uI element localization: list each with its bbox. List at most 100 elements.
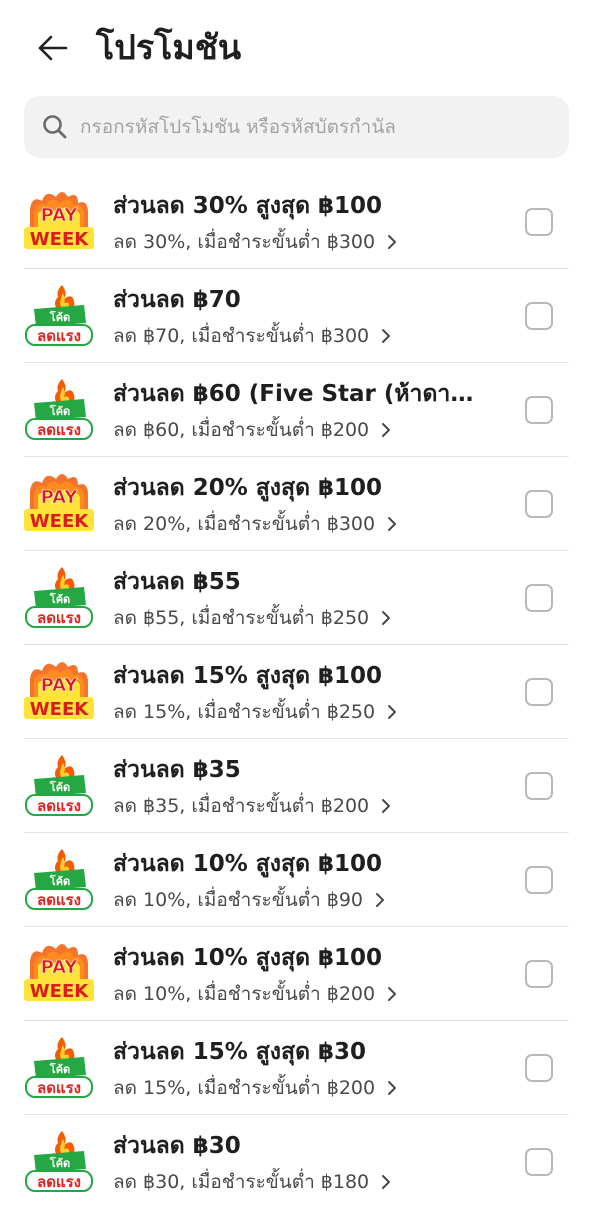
promotion-details-link[interactable]: ลด ฿70, เมื่อชำระขั้นต่ำ ฿300 bbox=[113, 321, 391, 351]
chevron-right-icon bbox=[388, 987, 397, 1001]
code-discount-badge-icon: โค้ดลดแรง bbox=[22, 845, 96, 915]
promotion-title: ส่วนลด 15% สูงสุด ฿30 bbox=[113, 1039, 367, 1065]
code-discount-badge-icon: โค้ดลดแรง bbox=[22, 563, 96, 633]
promotion-item[interactable]: โค้ด ลดแรง ส่วนลด ฿30 ลด ฿30, เมื่อชำระขั้น… bbox=[0, 1115, 593, 1209]
promotion-checkbox[interactable] bbox=[525, 960, 553, 988]
badge-text-line1: โค้ด bbox=[49, 592, 70, 606]
promotion-condition: ลด ฿70, เมื่อชำระขั้นต่ำ ฿300 bbox=[113, 325, 370, 347]
chevron-right-icon bbox=[388, 1081, 397, 1095]
chevron-right-icon bbox=[382, 329, 391, 343]
promotion-details-link[interactable]: ลด ฿30, เมื่อชำระขั้นต่ำ ฿180 bbox=[113, 1167, 391, 1197]
promotion-checkbox[interactable] bbox=[525, 1054, 553, 1082]
promotion-checkbox[interactable] bbox=[525, 208, 553, 236]
badge-text-line1: โค้ด bbox=[49, 310, 70, 324]
promotion-title: ส่วนลด 20% สูงสุด ฿100 bbox=[113, 475, 383, 501]
promotion-details-link[interactable]: ลด 10%, เมื่อชำระขั้นต่ำ ฿200 bbox=[113, 979, 397, 1009]
promotion-item[interactable]: PAY WEEK ส่วนลด 10% สูงสุด ฿100 ลด 10%, เมื… bbox=[0, 927, 593, 1021]
promotion-condition: ลด 10%, เมื่อชำระขั้นต่ำ ฿200 bbox=[113, 983, 376, 1005]
promotion-condition: ลด ฿55, เมื่อชำระขั้นต่ำ ฿250 bbox=[113, 607, 370, 629]
search-bar[interactable] bbox=[24, 96, 569, 158]
promotion-checkbox[interactable] bbox=[525, 396, 553, 424]
promotion-details-link[interactable]: ลด 15%, เมื่อชำระขั้นต่ำ ฿250 bbox=[113, 697, 397, 727]
header: โปรโมชัน bbox=[0, 0, 593, 96]
badge-text-line1: PAY bbox=[41, 675, 79, 696]
promotion-title: ส่วนลด ฿30 bbox=[113, 1133, 241, 1159]
pay-week-badge-icon: PAY WEEK bbox=[22, 469, 96, 539]
badge-text-line2: WEEK bbox=[30, 981, 89, 1002]
promotion-checkbox[interactable] bbox=[525, 772, 553, 800]
promotion-item[interactable]: โค้ดลดแรง ส่วนลด 10% สูงสุด ฿100 ลด 10%, เ… bbox=[0, 833, 593, 927]
badge-text-line1: PAY bbox=[41, 957, 79, 978]
code-discount-badge-icon: โค้ดลดแรง bbox=[22, 1033, 96, 1103]
badge-text-line2: ลดแรง bbox=[37, 891, 81, 909]
promotion-condition: ลด 20%, เมื่อชำระขั้นต่ำ ฿300 bbox=[113, 513, 376, 535]
chevron-right-icon bbox=[388, 235, 397, 249]
promotion-title: ส่วนลด 10% สูงสุด ฿100 bbox=[113, 945, 383, 971]
promotion-title: ส่วนลด ฿35 bbox=[113, 757, 241, 783]
badge-text-line2: ลดแรง bbox=[37, 421, 81, 439]
pay-week-badge-icon: PAY WEEK bbox=[22, 187, 96, 257]
badge-text-line2: ลดแรง bbox=[37, 609, 81, 627]
promotion-checkbox[interactable] bbox=[525, 866, 553, 894]
promotion-item[interactable]: PAY WEEK ส่วนลด 20% สูงสุด ฿100 ลด 20%, เมื… bbox=[0, 457, 593, 551]
badge-text-line2: WEEK bbox=[30, 511, 89, 532]
code-discount-badge-icon: โค้ดลดแรง bbox=[22, 375, 96, 445]
promotion-details-link[interactable]: ลด 20%, เมื่อชำระขั้นต่ำ ฿300 bbox=[113, 509, 397, 539]
promotion-checkbox[interactable] bbox=[525, 490, 553, 518]
promotion-checkbox[interactable] bbox=[525, 1148, 553, 1176]
promotion-checkbox[interactable] bbox=[525, 584, 553, 612]
promotion-condition: ลด ฿35, เมื่อชำระขั้นต่ำ ฿200 bbox=[113, 795, 370, 817]
promotion-condition: ลด 15%, เมื่อชำระขั้นต่ำ ฿200 bbox=[113, 1077, 376, 1099]
promotion-details-link[interactable]: ลด ฿60, เมื่อชำระขั้นต่ำ ฿200 bbox=[113, 415, 391, 445]
chevron-right-icon bbox=[376, 893, 385, 907]
code-discount-badge-icon: โค้ด ลดแรง bbox=[22, 751, 96, 821]
promotion-title: ส่วนลด 30% สูงสุด ฿100 bbox=[113, 193, 383, 219]
promotion-condition: ลด 10%, เมื่อชำระขั้นต่ำ ฿90 bbox=[113, 889, 364, 911]
promotion-item[interactable]: PAY WEEK ส่วนลด 15% สูงสุด ฿100 ลด 15%, เมื… bbox=[0, 645, 593, 739]
chevron-right-icon bbox=[382, 611, 391, 625]
promotion-checkbox[interactable] bbox=[525, 302, 553, 330]
promotion-item[interactable]: PAY WEEK ส่วนลด 30% สูงสุด ฿100 ลด 30%, เมื… bbox=[0, 175, 593, 269]
badge-text-line1: PAY bbox=[41, 487, 79, 508]
search-icon bbox=[43, 115, 67, 139]
promotion-item[interactable]: โค้ดลดแรง ส่วนลด 15% สูงสุด ฿30 ลด 15%, เม… bbox=[0, 1021, 593, 1115]
back-button[interactable] bbox=[26, 22, 78, 74]
promotion-condition: ลด ฿30, เมื่อชำระขั้นต่ำ ฿180 bbox=[113, 1171, 370, 1193]
badge-text-line2: ลดแรง bbox=[37, 1079, 81, 1097]
pay-week-badge-icon: PAY WEEK bbox=[22, 657, 96, 727]
promotion-condition: ลด 15%, เมื่อชำระขั้นต่ำ ฿250 bbox=[113, 701, 376, 723]
promotion-item[interactable]: โค้ด ลดแรง ส่วนลด ฿35 ลด ฿35, เมื่อชำระขั้น… bbox=[0, 739, 593, 833]
promotion-condition: ลด 30%, เมื่อชำระขั้นต่ำ ฿300 bbox=[113, 231, 376, 253]
promotion-item[interactable]: โค้ดลดแรง ส่วนลด ฿60 (Five Star (ห้าดาว).… bbox=[0, 363, 593, 457]
badge-text-line1: PAY bbox=[41, 205, 79, 226]
promotion-title: ส่วนลด ฿55 bbox=[113, 569, 241, 595]
page-title: โปรโมชัน bbox=[96, 28, 242, 68]
badge-text-line2: ลดแรง bbox=[37, 327, 81, 345]
promotion-details-link[interactable]: ลด 10%, เมื่อชำระขั้นต่ำ ฿90 bbox=[113, 885, 385, 915]
pay-week-badge-icon: PAY WEEK bbox=[22, 939, 96, 1009]
promo-code-input[interactable] bbox=[80, 105, 556, 149]
promotion-checkbox[interactable] bbox=[525, 678, 553, 706]
chevron-right-icon bbox=[382, 1175, 391, 1189]
chevron-right-icon bbox=[382, 423, 391, 437]
arrow-left-icon bbox=[38, 35, 68, 61]
badge-text-line2: WEEK bbox=[30, 229, 89, 250]
promotion-item[interactable]: โค้ดลดแรง ส่วนลด ฿70 ลด ฿70, เมื่อชำระขั้น… bbox=[0, 269, 593, 363]
chevron-right-icon bbox=[388, 705, 397, 719]
promotion-list: PAY WEEK ส่วนลด 30% สูงสุด ฿100 ลด 30%, เมื… bbox=[0, 175, 593, 1209]
promotion-details-link[interactable]: ลด 30%, เมื่อชำระขั้นต่ำ ฿300 bbox=[113, 227, 397, 257]
badge-text-line2: ลดแรง bbox=[37, 1173, 81, 1191]
promotion-title: ส่วนลด 10% สูงสุด ฿100 bbox=[113, 851, 383, 877]
promotion-title: ส่วนลด ฿60 (Five Star (ห้าดาว)... bbox=[113, 381, 483, 407]
badge-text-line1: โค้ด bbox=[49, 1062, 70, 1076]
promotion-details-link[interactable]: ลด 15%, เมื่อชำระขั้นต่ำ ฿200 bbox=[113, 1073, 397, 1103]
promotion-condition: ลด ฿60, เมื่อชำระขั้นต่ำ ฿200 bbox=[113, 419, 370, 441]
promotion-item[interactable]: โค้ดลดแรง ส่วนลด ฿55 ลด ฿55, เมื่อชำระขั้น… bbox=[0, 551, 593, 645]
promotion-details-link[interactable]: ลด ฿55, เมื่อชำระขั้นต่ำ ฿250 bbox=[113, 603, 391, 633]
promotion-details-link[interactable]: ลด ฿35, เมื่อชำระขั้นต่ำ ฿200 bbox=[113, 791, 391, 821]
badge-text-line1: โค้ด bbox=[49, 874, 70, 888]
badge-text-line2: ลดแรง bbox=[37, 797, 81, 815]
promotion-title: ส่วนลด ฿70 bbox=[113, 287, 241, 313]
badge-text-line1: โค้ด bbox=[49, 404, 70, 418]
badge-text-line2: WEEK bbox=[30, 699, 89, 720]
